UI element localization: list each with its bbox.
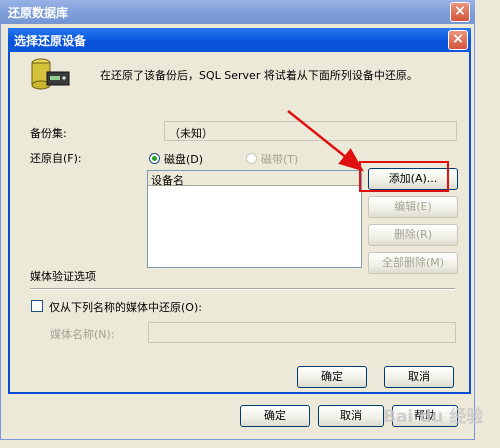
dialog-cancel-button[interactable]: 取消 <box>384 366 454 388</box>
only-named-media-checkbox[interactable] <box>31 300 43 312</box>
only-named-media-label[interactable]: 仅从下列名称的媒体中还原(O): <box>49 299 202 315</box>
annotation-highlight-box <box>359 161 449 192</box>
media-name-input <box>148 322 456 343</box>
watermark-text: Bai du 经验 <box>383 407 484 427</box>
separator-line <box>30 288 455 290</box>
media-name-label: 媒体名称(N): <box>50 328 115 341</box>
media-verify-label: 媒体验证选项 <box>30 270 96 283</box>
dialog-ok-button[interactable]: 确定 <box>297 366 367 388</box>
